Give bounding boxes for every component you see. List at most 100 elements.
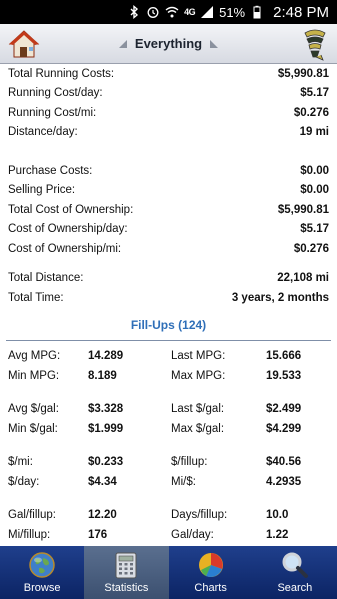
fillup-value: $40.56 (266, 456, 302, 469)
stat-row: Selling Price: $0.00 (8, 181, 329, 201)
vehicle-selector[interactable]: Everything (118, 36, 219, 51)
globe-icon (29, 552, 55, 578)
stat-label: Purchase Costs: (8, 164, 93, 177)
tab-search[interactable]: Search (253, 546, 337, 599)
fuel-pump-button[interactable] (301, 27, 329, 61)
battery-percent: 51% (219, 4, 246, 20)
fillup-value: $0.233 (88, 456, 124, 469)
title-bar: Everything (0, 24, 337, 64)
tab-browse[interactable]: Browse (0, 546, 84, 599)
fillup-label: Mi/fillup: (8, 528, 51, 541)
stat-value: $5.17 (300, 87, 329, 100)
fillup-value: $1.999 (88, 422, 124, 435)
stat-label: Cost of Ownership/mi: (8, 242, 122, 255)
fillup-label: Max $/gal: (171, 422, 225, 435)
tab-statistics[interactable]: Statistics (84, 546, 169, 599)
pie-chart-icon (198, 553, 223, 577)
stat-row: Running Cost/mi: $0.276 (8, 103, 329, 123)
summary-section: Total Running Costs: $5,990.81 Running Co… (0, 64, 337, 142)
stat-label: Total Cost of Ownership: (8, 203, 134, 216)
fillup-label: $/fillup: (171, 456, 208, 469)
fillup-value: 1.22 (266, 528, 289, 541)
fillup-row: Avg $/gal: $3.328 Last $/gal: $2.499 (8, 400, 329, 420)
fillup-value: 176 (88, 528, 108, 541)
stat-value: 3 years, 2 months (231, 291, 329, 304)
fillup-row: Mi/fillup: 176 Gal/day: 1.22 (8, 525, 329, 545)
battery-icon (250, 5, 264, 19)
fillup-label: $/day: (8, 475, 40, 488)
stat-label: Running Cost/mi: (8, 106, 97, 119)
fillup-row: Min $/gal: $1.999 Max $/gal: $4.299 (8, 419, 329, 439)
stat-value: $5,990.81 (277, 67, 329, 80)
stat-row: Running Cost/day: $5.17 (8, 84, 329, 104)
stat-label: Cost of Ownership/day: (8, 223, 128, 236)
fillup-label: Min MPG: (8, 369, 60, 382)
magnifier-icon (282, 552, 308, 578)
stat-row: Total Cost of Ownership: $5,990.81 (8, 200, 329, 220)
clock: 2:48 PM (273, 3, 329, 21)
stat-value: 22,108 mi (277, 272, 329, 285)
stat-row: Distance/day: 19 mi (8, 123, 329, 143)
fillup-label: Avg $/gal: (8, 403, 59, 416)
fillup-value: $4.299 (266, 422, 302, 435)
page-title: Everything (134, 36, 203, 51)
fillup-label: Gal/day: (171, 528, 214, 541)
fillup-value: $4.34 (88, 475, 117, 488)
stat-label: Total Running Costs: (8, 67, 115, 80)
fillup-value: 19.533 (266, 369, 302, 382)
fillup-label: Last MPG: (171, 350, 226, 363)
stat-label: Total Time: (8, 291, 64, 304)
stat-label: Selling Price: (8, 184, 76, 197)
stat-value: $0.276 (293, 106, 329, 119)
totals-section: Total Distance: 22,108 mi Total Time: 3 ye… (0, 269, 337, 308)
fillup-row: Avg MPG: 14.289 Last MPG: 15.666 (8, 347, 329, 367)
fillup-row: Gal/fillup: 12.20 Days/fillup: 10.0 (8, 506, 329, 526)
home-button[interactable] (8, 28, 40, 60)
fillup-value: 12.20 (88, 509, 117, 522)
fillup-value: 8.189 (88, 369, 117, 382)
ownership-section: Purchase Costs: $0.00 Selling Price: $0.00… (0, 161, 337, 259)
signal-icon (200, 5, 214, 19)
fillup-value: 14.289 (88, 350, 124, 363)
stat-row: Cost of Ownership/mi: $0.276 (8, 239, 329, 259)
fillup-label: Max MPG: (171, 369, 226, 382)
tab-label: Statistics (104, 582, 149, 594)
stat-value: $5.17 (300, 223, 329, 236)
stat-row: Purchase Costs: $0.00 (8, 161, 329, 181)
bottom-nav: Browse Statistics Charts Search (0, 546, 337, 599)
alarm-icon (146, 5, 160, 19)
fillup-value: $3.328 (88, 403, 124, 416)
calculator-icon (115, 552, 137, 579)
fillup-label: Mi/$: (171, 475, 196, 488)
stat-row: Total Distance: 22,108 mi (8, 269, 329, 289)
fillup-label: Avg MPG: (8, 350, 61, 363)
tab-label: Search (277, 582, 313, 594)
fillup-value: 10.0 (266, 509, 289, 522)
stat-value: $0.276 (293, 242, 329, 255)
fillups-grid: Avg MPG: 14.289 Last MPG: 15.666 Min MPG… (0, 341, 337, 545)
bluetooth-icon (127, 5, 141, 19)
stat-value: $0.00 (300, 164, 329, 177)
stat-value: $5,990.81 (277, 203, 329, 216)
wifi-icon (165, 5, 179, 19)
tab-label: Charts (194, 582, 227, 594)
dropdown-corner-icon (118, 39, 127, 48)
fillup-label: Days/fillup: (171, 509, 228, 522)
stat-value: 19 mi (299, 126, 329, 139)
stat-row: Total Running Costs: $5,990.81 (8, 64, 329, 84)
fillup-label: Min $/gal: (8, 422, 58, 435)
fuel-nozzle-icon (304, 29, 326, 61)
fillup-label: $/mi: (8, 456, 33, 469)
stat-value: $0.00 (300, 184, 329, 197)
tab-charts[interactable]: Charts (169, 546, 253, 599)
fillup-value: 4.2935 (266, 475, 302, 488)
fillup-label: Last $/gal: (171, 403, 225, 416)
fillup-value: 15.666 (266, 350, 302, 363)
stat-label: Distance/day: (8, 126, 78, 139)
statistics-content[interactable]: Total Running Costs: $5,990.81 Running Co… (0, 64, 337, 546)
